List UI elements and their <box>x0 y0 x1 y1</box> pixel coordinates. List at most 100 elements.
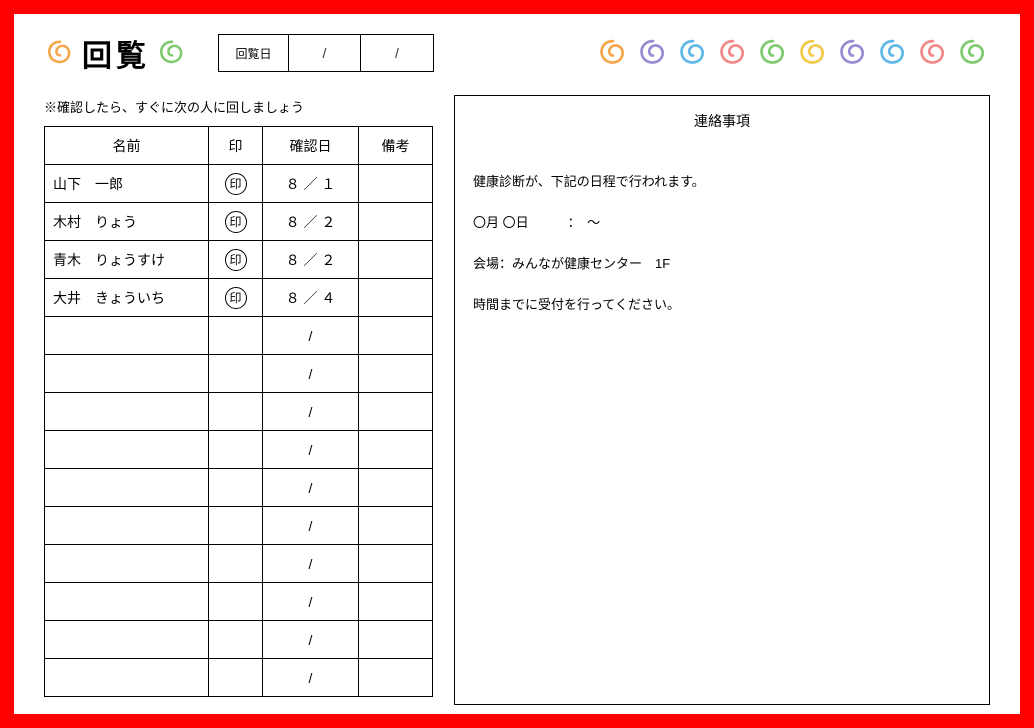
spiral-icon <box>596 36 630 70</box>
cell-name: 大井 きょういち <box>45 279 209 317</box>
spiral-icon <box>716 36 750 70</box>
cell-date: ８ ／ ２ <box>263 241 359 279</box>
cell-seal <box>209 431 263 469</box>
seal-stamp-icon: 印 <box>225 249 247 271</box>
cell-date: / <box>263 393 359 431</box>
cell-seal <box>209 469 263 507</box>
cell-remark <box>359 279 433 317</box>
cell-remark <box>359 583 433 621</box>
seal-stamp-icon: 印 <box>225 211 247 233</box>
cell-remark <box>359 241 433 279</box>
table-row: 木村 りょう印 ８ ／ ２ <box>45 203 433 241</box>
spiral-icon <box>44 37 76 69</box>
table-row: 山下 一郎印 ８ ／ １ <box>45 165 433 203</box>
table-row: / <box>45 507 433 545</box>
cell-date: / <box>263 317 359 355</box>
notice-line: 時間までに受付を行ってください。 <box>473 295 971 316</box>
cell-remark <box>359 393 433 431</box>
cell-date: ８ ／ １ <box>263 165 359 203</box>
spiral-icon <box>836 36 870 70</box>
notice-line: 健康診断が、下記の日程で行われます。 <box>473 172 971 193</box>
table-row: / <box>45 393 433 431</box>
page-title: 回覧 <box>82 31 150 75</box>
table-header-row: 名前 印 確認日 備考 <box>45 127 433 165</box>
cell-remark <box>359 469 433 507</box>
date-label: 回覧日 <box>219 35 289 71</box>
cell-remark <box>359 431 433 469</box>
cell-name <box>45 621 209 659</box>
cell-seal <box>209 545 263 583</box>
spiral-icon <box>956 36 990 70</box>
seal-stamp-icon: 印 <box>225 287 247 309</box>
spiral-icon <box>756 36 790 70</box>
table-row: / <box>45 317 433 355</box>
cell-date: / <box>263 621 359 659</box>
cell-name: 青木 りょうすけ <box>45 241 209 279</box>
cell-remark <box>359 507 433 545</box>
header-seal: 印 <box>209 127 263 165</box>
cell-seal <box>209 317 263 355</box>
cell-name <box>45 507 209 545</box>
cell-remark <box>359 203 433 241</box>
cell-seal <box>209 355 263 393</box>
notice-line: 会場：みんなが健康センター 1F <box>473 254 971 275</box>
table-row: 大井 きょういち印 ８ ／ ４ <box>45 279 433 317</box>
cell-date: / <box>263 583 359 621</box>
table-row: / <box>45 583 433 621</box>
cell-name <box>45 355 209 393</box>
cell-name <box>45 431 209 469</box>
header-remark: 備考 <box>359 127 433 165</box>
table-row: / <box>45 469 433 507</box>
cell-date: / <box>263 355 359 393</box>
title-group: 回覧 <box>44 31 188 75</box>
cell-date: ８ ／ ４ <box>263 279 359 317</box>
date-cell-1: / <box>289 35 361 71</box>
cell-name <box>45 659 209 697</box>
cell-date: ８ ／ ２ <box>263 203 359 241</box>
spiral-icon <box>916 36 950 70</box>
cell-date: / <box>263 469 359 507</box>
cell-remark <box>359 317 433 355</box>
notice-line: 〇月 〇日 ： ～ <box>473 213 971 234</box>
cell-date: / <box>263 431 359 469</box>
notice-heading: 連絡事項 <box>473 110 971 132</box>
spiral-icon <box>156 37 188 69</box>
notice-panel: 連絡事項 健康診断が、下記の日程で行われます。 〇月 〇日 ： ～ 会場：みんな… <box>454 95 990 705</box>
cell-seal <box>209 583 263 621</box>
instruction-note: ※確認したら、すぐに次の人に回しましょう <box>44 97 432 116</box>
table-row: / <box>45 355 433 393</box>
cell-remark <box>359 165 433 203</box>
cell-seal: 印 <box>209 203 263 241</box>
cell-seal: 印 <box>209 279 263 317</box>
cell-seal: 印 <box>209 165 263 203</box>
cell-remark <box>359 659 433 697</box>
spiral-icon <box>876 36 910 70</box>
table-row: / <box>45 621 433 659</box>
cell-remark <box>359 355 433 393</box>
table-row: / <box>45 659 433 697</box>
cell-name <box>45 469 209 507</box>
cell-date: / <box>263 659 359 697</box>
date-cell-2: / <box>361 35 433 71</box>
table-row: 青木 りょうすけ印 ８ ／ ２ <box>45 241 433 279</box>
cell-name <box>45 317 209 355</box>
cell-seal: 印 <box>209 241 263 279</box>
cell-name <box>45 583 209 621</box>
cell-seal <box>209 621 263 659</box>
cell-name <box>45 545 209 583</box>
spiral-icon <box>676 36 710 70</box>
cell-name <box>45 393 209 431</box>
seal-stamp-icon: 印 <box>225 173 247 195</box>
cell-seal <box>209 659 263 697</box>
table-row: / <box>45 545 433 583</box>
circulation-date-box: 回覧日 / / <box>218 34 434 72</box>
cell-name: 木村 りょう <box>45 203 209 241</box>
cell-seal <box>209 507 263 545</box>
cell-date: / <box>263 545 359 583</box>
header-name: 名前 <box>45 127 209 165</box>
spiral-decoration-row <box>596 36 990 70</box>
cell-date: / <box>263 507 359 545</box>
cell-seal <box>209 393 263 431</box>
cell-name: 山下 一郎 <box>45 165 209 203</box>
cell-remark <box>359 545 433 583</box>
